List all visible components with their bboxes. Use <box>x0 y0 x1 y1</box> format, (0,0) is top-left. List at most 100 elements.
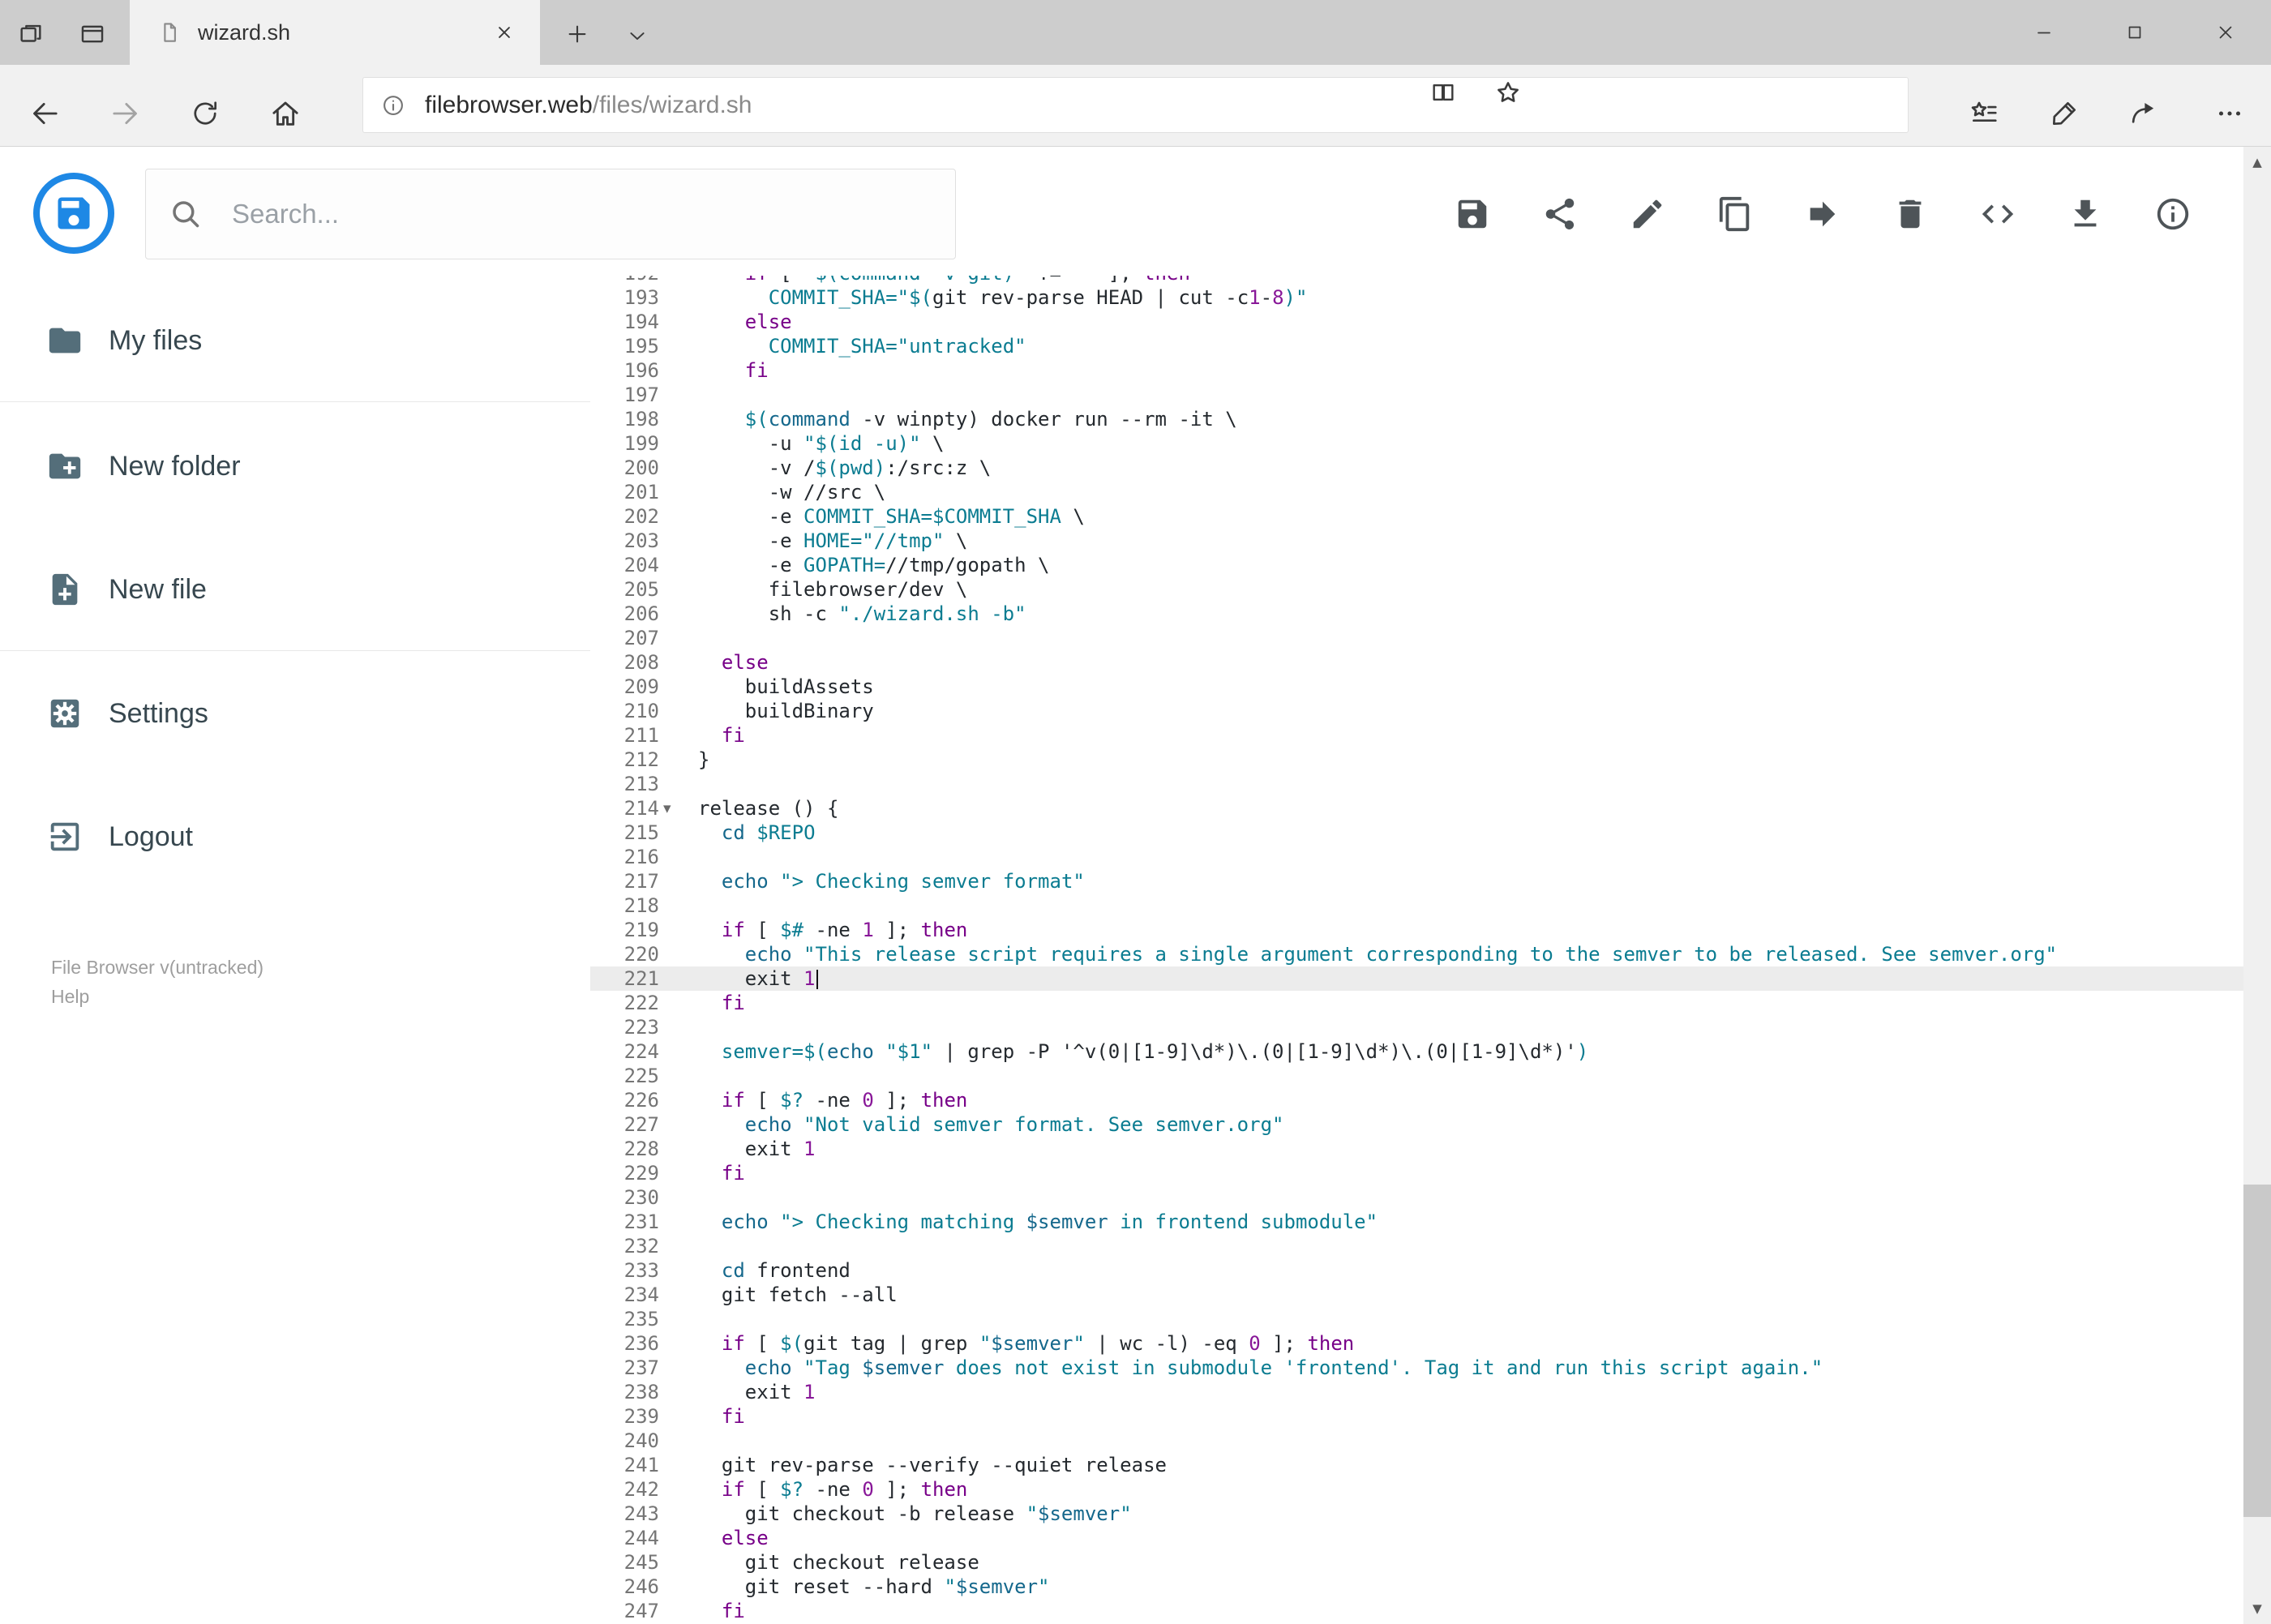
code-line[interactable]: 208 else <box>590 650 2243 675</box>
code-line[interactable]: 202 -e COMMIT_SHA=$COMMIT_SHA \ <box>590 504 2243 529</box>
code-line[interactable]: 196 fi <box>590 358 2243 383</box>
code-line[interactable]: 201 -w //src \ <box>590 480 2243 504</box>
web-note-button[interactable] <box>2040 89 2089 138</box>
save-button[interactable] <box>1448 190 1497 238</box>
home-button[interactable] <box>261 89 310 138</box>
code-line[interactable]: 239 fi <box>590 1404 2243 1429</box>
show-tab-previews-button[interactable] <box>13 16 49 52</box>
tab-list-chevron-button[interactable] <box>621 21 653 50</box>
code-line[interactable]: 233 cd frontend <box>590 1258 2243 1283</box>
code-line[interactable]: 213 <box>590 772 2243 796</box>
address-field[interactable]: filebrowser.web/files/wizard.sh <box>362 77 1909 133</box>
code-line[interactable]: 203 -e HOME="//tmp" \ <box>590 529 2243 553</box>
scrollbar[interactable]: ▲ ▼ <box>2243 147 2271 1624</box>
favorite-star-button[interactable] <box>1490 75 1526 110</box>
scroll-down-button[interactable]: ▼ <box>2243 1593 2271 1624</box>
code-mode-button[interactable] <box>1973 190 2022 238</box>
code-line[interactable]: 241 git rev-parse --verify --quiet relea… <box>590 1453 2243 1477</box>
scrollbar-thumb[interactable] <box>2243 1185 2271 1517</box>
code-line[interactable]: 209 buildAssets <box>590 675 2243 699</box>
code-line[interactable]: 198 $(command -v winpty) docker run --rm… <box>590 407 2243 431</box>
code-line[interactable]: 212} <box>590 748 2243 772</box>
help-link[interactable]: Help <box>51 986 89 1008</box>
code-line[interactable]: 247 fi <box>590 1599 2243 1623</box>
share-button[interactable] <box>2119 89 2167 138</box>
rename-button[interactable] <box>1623 190 1672 238</box>
set-tabs-aside-button[interactable] <box>75 16 110 52</box>
info-button[interactable] <box>2149 190 2197 238</box>
code-line[interactable]: 220 echo "This release script requires a… <box>590 942 2243 966</box>
app-logo[interactable] <box>33 173 114 254</box>
sidebar-item-my-files[interactable]: My files <box>0 308 590 373</box>
code-line[interactable]: 240 <box>590 1429 2243 1453</box>
back-button[interactable] <box>20 89 69 138</box>
code-line[interactable]: 223 <box>590 1015 2243 1039</box>
search-input[interactable] <box>230 198 898 230</box>
refresh-button[interactable] <box>181 89 229 138</box>
sidebar-item-settings[interactable]: Settings <box>0 681 590 746</box>
site-info-icon[interactable] <box>381 93 405 118</box>
code-line[interactable]: 218 <box>590 893 2243 918</box>
code-line[interactable]: 221 exit 1 <box>590 966 2243 991</box>
code-line[interactable]: 214 ▾ release () { <box>590 796 2243 821</box>
fold-marker-icon[interactable]: ▾ <box>659 796 698 821</box>
new-tab-button[interactable] <box>561 18 593 50</box>
code-line[interactable]: 200 -v /$(pwd):/src:z \ <box>590 456 2243 480</box>
scroll-up-button[interactable]: ▲ <box>2243 147 2271 178</box>
code-line[interactable]: 242 if [ $? -ne 0 ]; then <box>590 1477 2243 1502</box>
code-line[interactable]: 237 echo "Tag $semver does not exist in … <box>590 1356 2243 1380</box>
download-button[interactable] <box>2061 190 2110 238</box>
code-line[interactable]: 225 <box>590 1064 2243 1088</box>
code-line[interactable]: 234 git fetch --all <box>590 1283 2243 1307</box>
code-line[interactable]: 207 <box>590 626 2243 650</box>
code-line[interactable]: 229 fi <box>590 1161 2243 1185</box>
code-line[interactable]: 238 exit 1 <box>590 1380 2243 1404</box>
share-file-button[interactable] <box>1536 190 1584 238</box>
code-line[interactable]: 224 semver=$(echo "$1" | grep -P '^v(0|[… <box>590 1039 2243 1064</box>
tab-close-button[interactable] <box>490 18 519 47</box>
code-line[interactable]: 243 git checkout -b release "$semver" <box>590 1502 2243 1526</box>
sidebar-item-logout[interactable]: Logout <box>0 804 590 869</box>
code-line[interactable]: 230 <box>590 1185 2243 1210</box>
close-window-button[interactable] <box>2180 0 2271 65</box>
sidebar-item-new-file[interactable]: New file <box>0 557 590 622</box>
copy-button[interactable] <box>1711 190 1759 238</box>
minimize-button[interactable] <box>1999 0 2089 65</box>
code-line[interactable]: 215 cd $REPO <box>590 821 2243 845</box>
code-line[interactable]: 246 git reset --hard "$semver" <box>590 1575 2243 1599</box>
sidebar-item-new-folder[interactable]: New folder <box>0 434 590 499</box>
hub-button[interactable] <box>1960 89 2008 138</box>
code-line[interactable]: 236 if [ $(git tag | grep "$semver" | wc… <box>590 1331 2243 1356</box>
code-line[interactable]: 219 if [ $# -ne 1 ]; then <box>590 918 2243 942</box>
code-line[interactable]: 222 fi <box>590 991 2243 1015</box>
code-line[interactable]: 211 fi <box>590 723 2243 748</box>
code-line[interactable]: 217 echo "> Checking semver format" <box>590 869 2243 893</box>
move-button[interactable] <box>1798 190 1847 238</box>
code-line[interactable]: 245 git checkout release <box>590 1550 2243 1575</box>
code-line[interactable]: 235 <box>590 1307 2243 1331</box>
more-button[interactable] <box>2205 89 2254 138</box>
code-editor[interactable]: 192 if [ "$(command -v git)" != "" ]; th… <box>590 276 2243 1624</box>
code-line[interactable]: 228 exit 1 <box>590 1137 2243 1161</box>
code-line[interactable]: 192 if [ "$(command -v git)" != "" ]; th… <box>590 276 2243 285</box>
code-line[interactable]: 226 if [ $? -ne 0 ]; then <box>590 1088 2243 1112</box>
delete-button[interactable] <box>1886 190 1935 238</box>
maximize-button[interactable] <box>2089 0 2180 65</box>
code-line[interactable]: 197 <box>590 383 2243 407</box>
code-line[interactable]: 231 echo "> Checking matching $semver in… <box>590 1210 2243 1234</box>
code-line[interactable]: 244 else <box>590 1526 2243 1550</box>
code-line[interactable]: 232 <box>590 1234 2243 1258</box>
browser-tab[interactable]: wizard.sh <box>130 0 540 65</box>
code-line[interactable]: 199 -u "$(id -u)" \ <box>590 431 2243 456</box>
reading-view-button[interactable] <box>1425 76 1461 109</box>
code-line[interactable]: 194 else <box>590 310 2243 334</box>
code-line[interactable]: 204 -e GOPATH=//tmp/gopath \ <box>590 553 2243 577</box>
code-line[interactable]: 206 sh -c "./wizard.sh -b" <box>590 602 2243 626</box>
forward-button[interactable] <box>101 89 150 138</box>
code-line[interactable]: 210 buildBinary <box>590 699 2243 723</box>
code-line[interactable]: 205 filebrowser/dev \ <box>590 577 2243 602</box>
code-line[interactable]: 216 <box>590 845 2243 869</box>
code-line[interactable]: 227 echo "Not valid semver format. See s… <box>590 1112 2243 1137</box>
code-line[interactable]: 195 COMMIT_SHA="untracked" <box>590 334 2243 358</box>
code-line[interactable]: 193 COMMIT_SHA="$(git rev-parse HEAD | c… <box>590 285 2243 310</box>
